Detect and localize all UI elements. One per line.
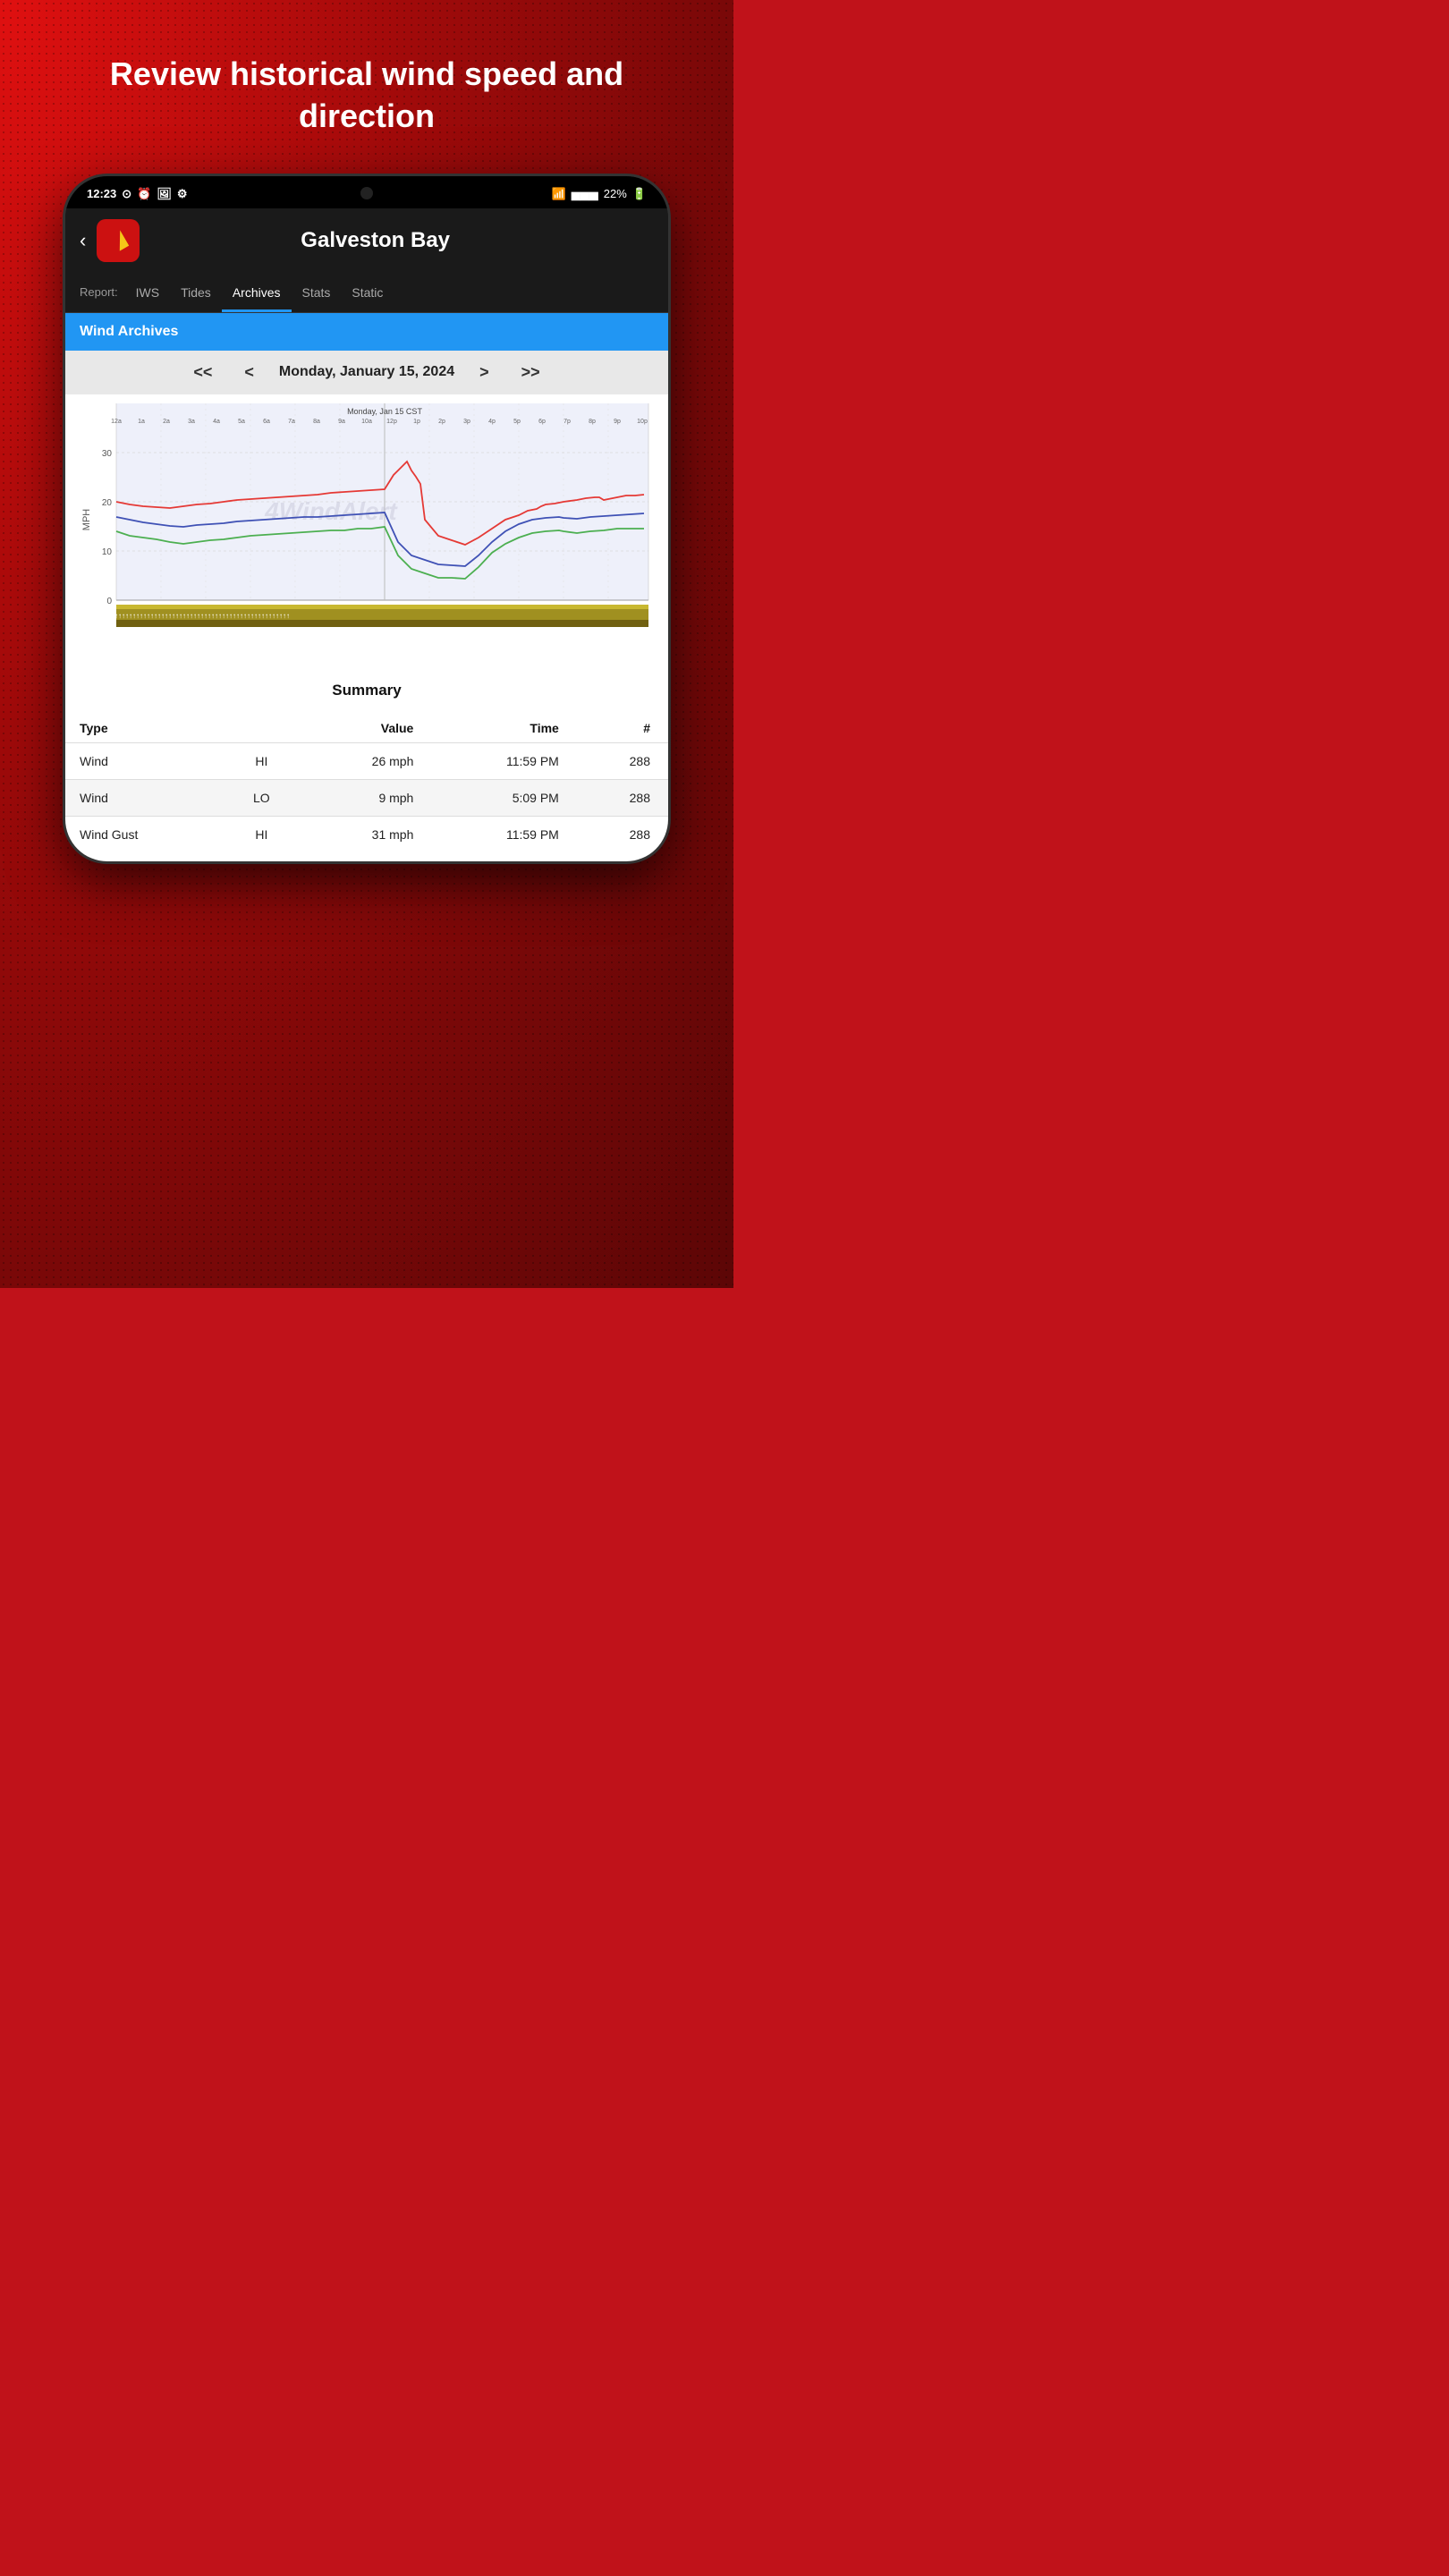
svg-text:12a: 12a bbox=[111, 419, 122, 425]
app-logo bbox=[97, 219, 140, 262]
image-icon: 🖼 bbox=[157, 187, 172, 201]
svg-text:1a: 1a bbox=[138, 419, 145, 425]
row0-time: 11:59 PM bbox=[428, 742, 572, 779]
phone-frame: 12:23 ⊙ ⏰ 🖼 ⚙ 📶 ▅▅▅ 22% 🔋 ‹ Galveston Ba… bbox=[63, 174, 671, 864]
next-btn[interactable]: > bbox=[472, 363, 496, 382]
row1-value: 9 mph bbox=[302, 779, 428, 816]
tab-tides[interactable]: Tides bbox=[170, 273, 222, 312]
svg-text:5a: 5a bbox=[238, 419, 245, 425]
status-left: 12:23 ⊙ ⏰ 🖼 ⚙ bbox=[87, 187, 188, 201]
app-logo-arrow bbox=[111, 230, 129, 250]
svg-text:3p: 3p bbox=[463, 419, 470, 425]
svg-text:20: 20 bbox=[102, 498, 113, 508]
table-row: Wind Gust HI 31 mph 11:59 PM 288 bbox=[65, 816, 668, 852]
tab-stats[interactable]: Stats bbox=[292, 273, 342, 312]
row2-type: Wind Gust bbox=[65, 816, 221, 852]
svg-text:9a: 9a bbox=[338, 419, 345, 425]
row0-subtype: HI bbox=[221, 742, 302, 779]
svg-text:4WindAlert: 4WindAlert bbox=[264, 497, 398, 525]
row2-subtype: HI bbox=[221, 816, 302, 852]
svg-text:10a: 10a bbox=[361, 419, 372, 425]
svg-text:7a: 7a bbox=[288, 419, 295, 425]
col-type: Type bbox=[65, 714, 221, 743]
svg-text:4a: 4a bbox=[213, 419, 220, 425]
back-button[interactable]: ‹ bbox=[80, 229, 86, 252]
col-count: # bbox=[573, 714, 668, 743]
app-title: Galveston Bay bbox=[150, 228, 600, 253]
nav-tabs: Report: IWS Tides Archives Stats Static bbox=[65, 273, 668, 313]
wind-chart: 0 10 20 30 MPH Monday, Jan 15 CST 12a 1a… bbox=[74, 403, 659, 654]
svg-text:10p: 10p bbox=[637, 419, 648, 425]
svg-text:9p: 9p bbox=[614, 419, 621, 425]
svg-text:6p: 6p bbox=[538, 419, 546, 425]
page-header-text: Review historical wind speed and directi… bbox=[0, 0, 733, 174]
battery-icon: 🔋 bbox=[632, 187, 647, 201]
chart-container: 0 10 20 30 MPH Monday, Jan 15 CST 12a 1a… bbox=[65, 394, 668, 667]
tab-iws[interactable]: IWS bbox=[125, 273, 170, 312]
nav-icon: ⊙ bbox=[122, 187, 131, 201]
svg-text:MPH: MPH bbox=[81, 508, 92, 530]
prev-prev-btn[interactable]: << bbox=[186, 363, 219, 382]
current-date: Monday, January 15, 2024 bbox=[279, 364, 454, 380]
next-next-btn[interactable]: >> bbox=[514, 363, 547, 382]
svg-text:12p: 12p bbox=[386, 419, 397, 425]
row0-count: 288 bbox=[573, 742, 668, 779]
app-header: ‹ Galveston Bay bbox=[65, 208, 668, 273]
svg-text:30: 30 bbox=[102, 449, 113, 459]
status-right: 📶 ▅▅▅ 22% 🔋 bbox=[552, 187, 647, 201]
svg-text:4p: 4p bbox=[488, 419, 496, 425]
svg-text:5p: 5p bbox=[513, 419, 521, 425]
wifi-icon: 📶 bbox=[552, 187, 566, 201]
col-value: Value bbox=[302, 714, 428, 743]
row1-subtype: LO bbox=[221, 779, 302, 816]
tab-archives[interactable]: Archives bbox=[222, 273, 292, 312]
status-bar: 12:23 ⊙ ⏰ 🖼 ⚙ 📶 ▅▅▅ 22% 🔋 bbox=[65, 176, 668, 208]
tab-static[interactable]: Static bbox=[341, 273, 394, 312]
svg-text:3a: 3a bbox=[188, 419, 195, 425]
battery-status: 22% bbox=[604, 187, 627, 200]
svg-text:8a: 8a bbox=[313, 419, 320, 425]
prev-btn[interactable]: < bbox=[237, 363, 261, 382]
row2-time: 11:59 PM bbox=[428, 816, 572, 852]
nav-label: Report: bbox=[72, 273, 125, 311]
row1-time: 5:09 PM bbox=[428, 779, 572, 816]
col-time: Time bbox=[428, 714, 572, 743]
settings-icon: ⚙ bbox=[177, 187, 188, 201]
row1-type: Wind bbox=[65, 779, 221, 816]
row2-value: 31 mph bbox=[302, 816, 428, 852]
col-subtype bbox=[221, 714, 302, 743]
svg-text:1p: 1p bbox=[413, 419, 420, 425]
svg-text:2p: 2p bbox=[438, 419, 445, 425]
row1-count: 288 bbox=[573, 779, 668, 816]
signal-icon: ▅▅▅ bbox=[572, 187, 598, 201]
date-nav: << < Monday, January 15, 2024 > >> bbox=[65, 351, 668, 394]
svg-text:↑↑↑↑↑↑↑↑↑↑↑↑↑↑↑↑↑↑↑↑↑↑↑↑↑↑↑↑↑↑: ↑↑↑↑↑↑↑↑↑↑↑↑↑↑↑↑↑↑↑↑↑↑↑↑↑↑↑↑↑↑↑↑↑↑↑↑↑↑↑↑… bbox=[74, 612, 290, 620]
summary-section: Summary Type Value Time # Wind HI 26 bbox=[65, 667, 668, 861]
table-row: Wind LO 9 mph 5:09 PM 288 bbox=[65, 779, 668, 816]
svg-text:2a: 2a bbox=[163, 419, 170, 425]
svg-text:7p: 7p bbox=[564, 419, 571, 425]
summary-title: Summary bbox=[65, 667, 668, 714]
svg-text:Monday, Jan 15 CST: Monday, Jan 15 CST bbox=[347, 407, 422, 416]
table-row: Wind HI 26 mph 11:59 PM 288 bbox=[65, 742, 668, 779]
alarm-icon: ⏰ bbox=[137, 187, 151, 201]
svg-text:6a: 6a bbox=[263, 419, 270, 425]
status-time: 12:23 bbox=[87, 187, 116, 200]
row0-type: Wind bbox=[65, 742, 221, 779]
page-background: Review historical wind speed and directi… bbox=[0, 0, 733, 1288]
table-header-row: Type Value Time # bbox=[65, 714, 668, 743]
svg-text:0: 0 bbox=[106, 597, 112, 606]
section-header: Wind Archives bbox=[65, 313, 668, 351]
svg-text:10: 10 bbox=[102, 547, 113, 557]
row0-value: 26 mph bbox=[302, 742, 428, 779]
row2-count: 288 bbox=[573, 816, 668, 852]
chart-svg-wrap: 0 10 20 30 MPH Monday, Jan 15 CST 12a 1a… bbox=[65, 403, 668, 658]
summary-table: Type Value Time # Wind HI 26 mph 11:59 P… bbox=[65, 714, 668, 852]
camera-notch bbox=[360, 187, 373, 199]
svg-text:8p: 8p bbox=[589, 419, 596, 425]
